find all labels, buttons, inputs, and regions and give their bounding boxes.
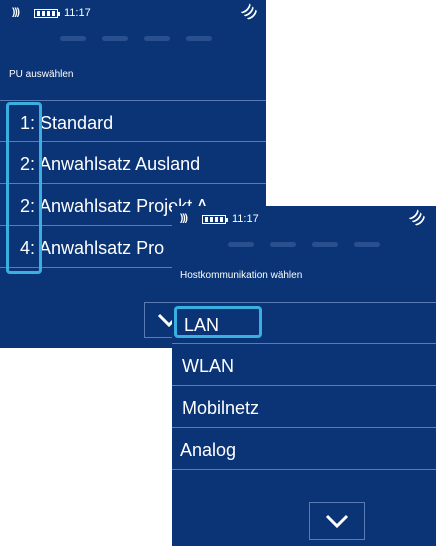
page-indicator: [172, 242, 436, 247]
status-bar: ))) 11:17 ))): [172, 206, 436, 232]
chevron-down-icon: [325, 514, 349, 528]
list-item[interactable]: Analog: [172, 428, 436, 470]
battery-icon: [202, 215, 228, 224]
screen-host-communication: ))) 11:17 ))) Hostkommunikation wählen L…: [172, 206, 436, 546]
wifi-icon: ))): [240, 1, 261, 22]
list-item[interactable]: Mobilnetz: [172, 386, 436, 428]
nfc-icon: ))): [180, 213, 188, 224]
page-indicator: [0, 36, 266, 41]
item-label: Standard: [40, 113, 114, 133]
item-label: Anwahlsatz Pro: [39, 238, 165, 258]
item-label: Anwahlsatz Ausland: [39, 154, 201, 174]
page-title: PU auswählen: [9, 69, 74, 80]
number-highlight-box: [6, 102, 42, 274]
battery-icon: [34, 9, 60, 18]
status-time: 11:17: [64, 7, 91, 19]
page-title: Hostkommunikation wählen: [180, 270, 303, 281]
list-item[interactable]: WLAN: [172, 344, 436, 386]
item-label: Analog: [180, 440, 237, 460]
status-time: 11:17: [232, 213, 259, 225]
scroll-down-button[interactable]: [309, 502, 365, 540]
lan-highlight-box: [174, 306, 262, 338]
status-bar: ))) 11:17 ))): [0, 0, 266, 26]
nfc-icon: ))): [12, 7, 20, 18]
item-label: WLAN: [182, 356, 235, 376]
wifi-icon: ))): [408, 207, 429, 228]
item-label: Mobilnetz: [182, 398, 260, 418]
